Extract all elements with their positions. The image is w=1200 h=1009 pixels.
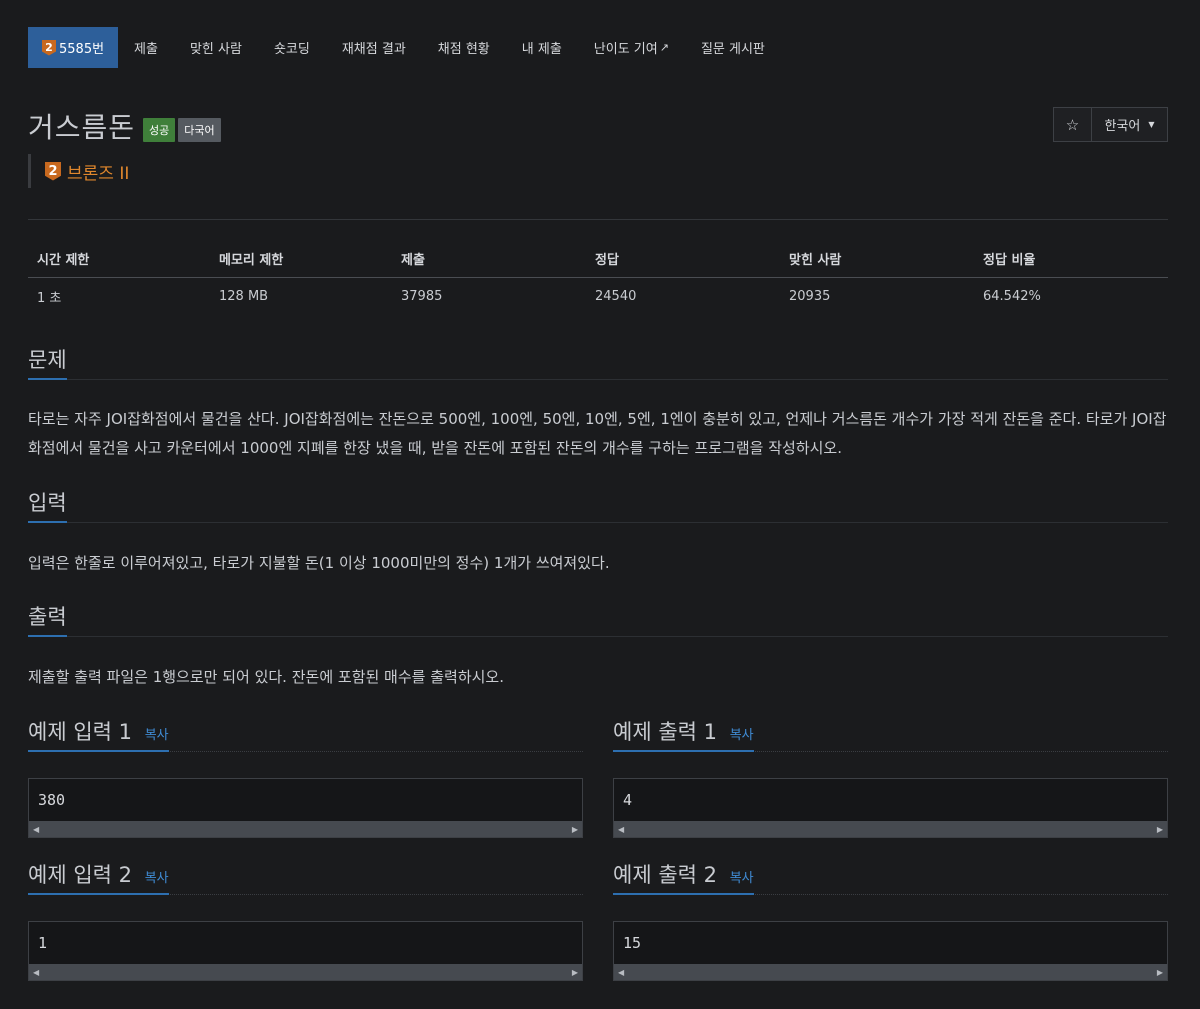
scroll-right-icon[interactable]: ▶ <box>1157 825 1163 834</box>
sample-input-2-head: 예제 입력 2 복사 <box>28 859 583 895</box>
table-row: 1 초 128 MB 37985 24540 20935 64.542% <box>28 278 1168 316</box>
star-button[interactable]: ☆ <box>1054 108 1092 141</box>
output-section-head: 출력 <box>28 601 1168 637</box>
problem-nav: 2 5585번 제출 맞힌 사람 숏코딩 재채점 결과 채점 현황 내 제출 난… <box>28 27 781 68</box>
sample-output-1-head: 예제 출력 1 복사 <box>613 716 1168 752</box>
divider <box>28 219 1168 220</box>
nav-rejudge-results[interactable]: 재채점 결과 <box>326 27 422 68</box>
language-label: 한국어 <box>1104 119 1141 134</box>
success-badge: 성공 <box>143 118 176 142</box>
nav-label: 5585번 <box>59 42 105 57</box>
horizontal-scrollbar[interactable]: ◀ ▶ <box>29 821 582 837</box>
language-dropdown[interactable]: 한국어 ▼ <box>1092 108 1167 141</box>
sample-data: 15 <box>623 934 642 952</box>
table-cell: 20935 <box>789 289 831 304</box>
problem-tools: ☆ 한국어 ▼ <box>1053 107 1168 142</box>
scroll-right-icon[interactable]: ▶ <box>572 825 578 834</box>
nav-my-submissions[interactable]: 내 제출 <box>506 27 578 68</box>
horizontal-scrollbar[interactable]: ◀ ▶ <box>29 964 582 980</box>
sample-title: 예제 입력 1 <box>28 720 132 744</box>
nav-difficulty-contribution[interactable]: 난이도 기여 ↗ <box>578 27 685 68</box>
sample-data: 4 <box>623 791 633 809</box>
nav-label: 제출 <box>134 42 158 57</box>
problem-description: 타로는 자주 JOI잡화점에서 물건을 산다. JOI잡화점에는 잔돈으로 50… <box>28 410 1167 457</box>
nav-label: 질문 게시판 <box>700 42 765 57</box>
scroll-right-icon[interactable]: ▶ <box>1157 968 1163 977</box>
problem-tier[interactable]: 2 브론즈 II <box>28 154 129 188</box>
table-cell: 128 MB <box>219 289 269 304</box>
nav-submit[interactable]: 제출 <box>118 27 174 68</box>
input-description: 입력은 한줄로 이루어져있고, 타로가 지불할 돈(1 이상 1000미만의 정… <box>28 554 610 572</box>
copy-button[interactable]: 복사 <box>730 728 754 743</box>
nav-label: 난이도 기여 <box>593 42 658 57</box>
nav-label: 재채점 결과 <box>341 42 406 57</box>
section-title: 문제 <box>28 344 67 380</box>
table-header: 정답 비율 <box>974 240 1168 278</box>
table-header-row: 시간 제한 메모리 제한 제출 정답 맞힌 사람 정답 비율 <box>28 240 1168 278</box>
nav-label: 내 제출 <box>521 42 562 57</box>
nav-problem-number[interactable]: 2 5585번 <box>28 27 119 68</box>
star-icon: ☆ <box>1065 115 1080 134</box>
scroll-left-icon[interactable]: ◀ <box>33 825 39 834</box>
caret-down-icon: ▼ <box>1148 120 1155 129</box>
sample-title: 예제 출력 2 <box>613 863 717 887</box>
table-cell: 24540 <box>595 289 637 304</box>
sample-input-2-box[interactable]: 1 ◀ ▶ <box>28 921 583 981</box>
copy-button[interactable]: 복사 <box>730 871 754 886</box>
nav-question-board[interactable]: 질문 게시판 <box>685 27 781 68</box>
nav-label: 맞힌 사람 <box>189 42 242 57</box>
sample-title-wrap: 예제 입력 1 복사 <box>28 716 169 752</box>
sample-title: 예제 입력 2 <box>28 863 132 887</box>
sample-title-wrap: 예제 출력 2 복사 <box>613 859 754 895</box>
problem-section-head: 문제 <box>28 344 1168 380</box>
nav-judge-status[interactable]: 채점 현황 <box>422 27 506 68</box>
sample-data: 380 <box>38 791 66 809</box>
title-row: 거스름돈 성공 다국어 <box>28 106 221 146</box>
table-header: 시간 제한 <box>28 240 210 278</box>
table-cell: 64.542% <box>983 289 1041 304</box>
scroll-left-icon[interactable]: ◀ <box>618 968 624 977</box>
sample-input-1-head: 예제 입력 1 복사 <box>28 716 583 752</box>
sample-output-1-box[interactable]: 4 ◀ ▶ <box>613 778 1168 838</box>
sample-title-wrap: 예제 입력 2 복사 <box>28 859 169 895</box>
external-link-icon: ↗ <box>659 41 669 54</box>
problem-info-table: 시간 제한 메모리 제한 제출 정답 맞힌 사람 정답 비율 1 초 128 M… <box>28 240 1168 315</box>
sample-data: 1 <box>38 934 48 952</box>
bronze-tier-icon: 2 <box>42 39 56 56</box>
sample-input-1-box[interactable]: 380 ◀ ▶ <box>28 778 583 838</box>
table-cell: 1 초 <box>37 291 62 306</box>
table-header: 제출 <box>392 240 586 278</box>
copy-button[interactable]: 복사 <box>145 728 169 743</box>
copy-button[interactable]: 복사 <box>145 871 169 886</box>
nav-label: 숏코딩 <box>273 42 310 57</box>
sample-title: 예제 출력 1 <box>613 720 717 744</box>
page-title: 거스름돈 <box>28 111 136 144</box>
multilingual-badge: 다국어 <box>178 118 221 142</box>
output-description: 제출할 출력 파일은 1행으로만 되어 있다. 잔돈에 포함된 매수를 출력하시… <box>28 668 504 686</box>
table-header: 맞힌 사람 <box>780 240 974 278</box>
sample-output-2-box[interactable]: 15 ◀ ▶ <box>613 921 1168 981</box>
table-header: 정답 <box>586 240 780 278</box>
section-title: 입력 <box>28 487 67 523</box>
nav-solved-users[interactable]: 맞힌 사람 <box>174 27 258 68</box>
horizontal-scrollbar[interactable]: ◀ ▶ <box>614 821 1167 837</box>
table-cell: 37985 <box>401 289 443 304</box>
nav-short-coding[interactable]: 숏코딩 <box>258 27 326 68</box>
bronze-tier-icon: 2 <box>45 161 61 181</box>
scroll-right-icon[interactable]: ▶ <box>572 968 578 977</box>
section-title: 출력 <box>28 601 67 637</box>
sample-title-wrap: 예제 출력 1 복사 <box>613 716 754 752</box>
sample-output-2-head: 예제 출력 2 복사 <box>613 859 1168 895</box>
scroll-left-icon[interactable]: ◀ <box>33 968 39 977</box>
horizontal-scrollbar[interactable]: ◀ ▶ <box>614 964 1167 980</box>
tier-label: 브론즈 II <box>67 163 130 184</box>
table-header: 메모리 제한 <box>210 240 392 278</box>
nav-label: 채점 현황 <box>437 42 490 57</box>
input-section-head: 입력 <box>28 487 1168 523</box>
scroll-left-icon[interactable]: ◀ <box>618 825 624 834</box>
